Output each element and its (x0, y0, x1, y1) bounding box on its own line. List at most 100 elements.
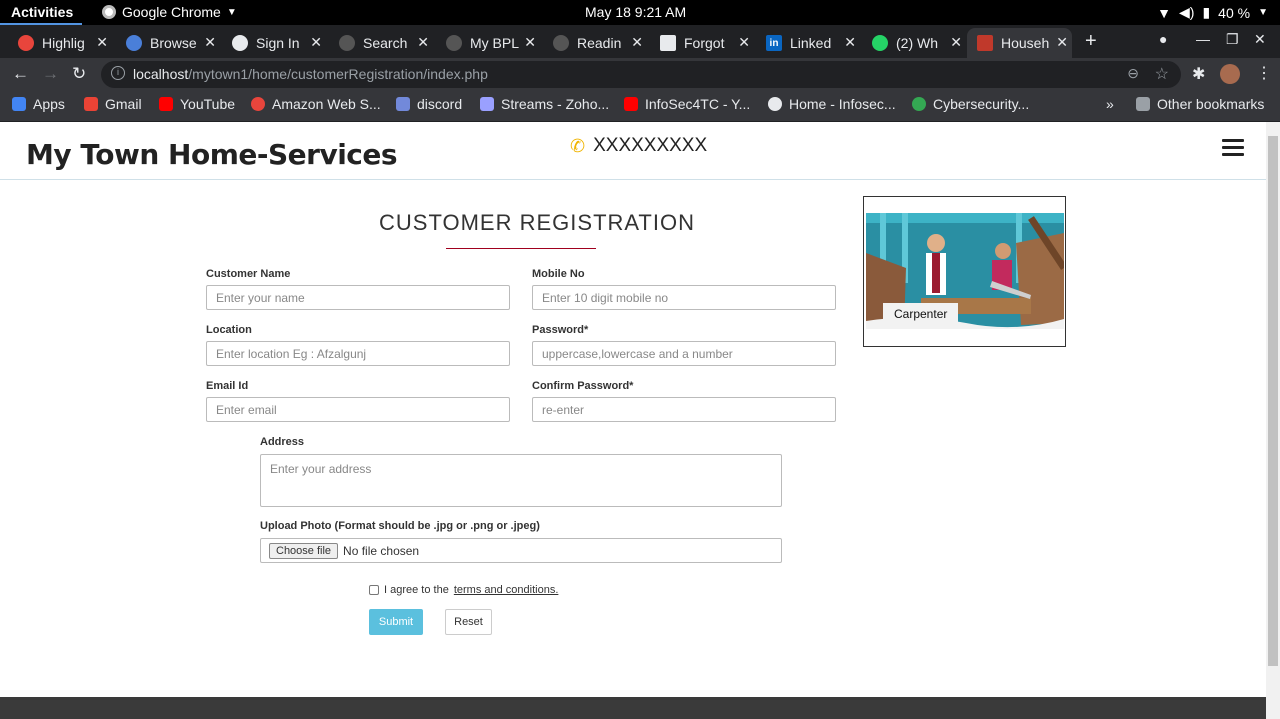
terms-agreement: I agree to the terms and conditions. (369, 584, 558, 596)
info-icon[interactable]: i (111, 66, 125, 80)
close-tab-icon[interactable]: ✕ (738, 34, 750, 51)
bookmark-infosec4tc[interactable]: InfoSec4TC - Y... (624, 96, 750, 112)
tab-strip: Highlig ✕ Browse ✕ Sign In ✕ Search ✕ My… (0, 25, 1280, 58)
tab-favicon-icon (18, 35, 34, 51)
tab-title: (2) Wh (896, 35, 938, 51)
phone-contact: ✆ XXXXXXXXX (570, 135, 707, 157)
tab-forgot[interactable]: Forgot ✕ (654, 28, 754, 58)
minimize-icon[interactable]: — (1196, 31, 1210, 47)
close-tab-icon[interactable]: ✕ (950, 34, 962, 51)
caret-down-icon: ▼ (226, 6, 237, 18)
bookmark-aws[interactable]: Amazon Web S... (251, 96, 381, 112)
mobile-input[interactable]: Enter 10 digit mobile no (532, 285, 836, 310)
profile-avatar[interactable] (1220, 64, 1240, 84)
password-input[interactable]: uppercase,lowercase and a number (532, 341, 836, 366)
tab-sign-in[interactable]: Sign In ✕ (226, 28, 326, 58)
location-label: Location (206, 324, 252, 336)
terms-checkbox[interactable] (369, 585, 379, 595)
bookmark-other[interactable]: Other bookmarks (1136, 96, 1264, 112)
tab-title: Readin (577, 35, 622, 51)
tab-search[interactable]: Search ✕ (333, 28, 433, 58)
close-tab-icon[interactable]: ✕ (631, 34, 643, 51)
bookmark-discord[interactable]: discord (396, 96, 462, 112)
battery-icon: ▮ (1202, 4, 1211, 20)
linkedin-icon: in (766, 35, 782, 51)
extensions-puzzle-icon[interactable]: ✱ (1192, 64, 1205, 84)
close-tab-icon[interactable]: ✕ (310, 34, 322, 51)
bookmark-infosec-home[interactable]: Home - Infosec... (768, 96, 896, 112)
bookmark-zoho-streams[interactable]: Streams - Zoho... (480, 96, 609, 112)
tab-search-icon[interactable]: ● (1159, 31, 1167, 47)
mobile-label: Mobile No (532, 268, 585, 280)
apps-grid-icon (12, 97, 26, 111)
password-label: Password* (532, 324, 589, 336)
bookmarks-overflow-icon[interactable]: » (1106, 96, 1114, 112)
address-bar[interactable]: i localhost/mytown1/home/customerRegistr… (101, 61, 1181, 88)
bookmark-cybersecurity[interactable]: Cybersecurity... (912, 96, 1029, 112)
bookmarks-bar: Apps Gmail YouTube Amazon Web S... disco… (0, 91, 1280, 122)
tab-household-active[interactable]: Househ ✕ (967, 28, 1072, 58)
activities-button[interactable]: Activities (11, 4, 73, 20)
close-window-icon[interactable]: ✕ (1254, 31, 1266, 48)
page-scrollbar[interactable] (1266, 122, 1280, 719)
tab-favicon-icon (553, 35, 569, 51)
system-status-menu[interactable]: ▼ ◀) ▮ 40 % ▼ (1157, 4, 1268, 21)
bookmark-gmail[interactable]: Gmail (84, 96, 142, 112)
title-divider (446, 248, 596, 249)
tab-browser[interactable]: Browse ✕ (120, 28, 220, 58)
tab-reading[interactable]: Readin ✕ (547, 28, 647, 58)
terms-link[interactable]: terms and conditions. (454, 584, 559, 596)
tab-favicon-icon (446, 35, 462, 51)
clock[interactable]: May 18 9:21 AM (585, 4, 686, 20)
scrollbar-thumb[interactable] (1268, 136, 1278, 666)
tab-whatsapp[interactable]: (2) Wh ✕ (866, 28, 966, 58)
location-input[interactable]: Enter location Eg : Afzalgunj (206, 341, 510, 366)
gmail-icon (84, 97, 98, 111)
photo-file-input[interactable]: Choose file No file chosen (260, 538, 782, 563)
zoom-icon[interactable]: ⊖ (1127, 65, 1139, 82)
aws-icon (251, 97, 265, 111)
forward-arrow-icon[interactable]: → (42, 64, 59, 84)
bookmark-star-icon[interactable]: ☆ (1155, 64, 1169, 84)
tab-highlight[interactable]: Highlig ✕ (12, 28, 112, 58)
hamburger-menu-icon[interactable] (1222, 139, 1244, 157)
battery-level: 40 % (1218, 4, 1251, 21)
zoho-icon (480, 97, 494, 111)
submit-button[interactable]: Submit (369, 609, 423, 635)
choose-file-button[interactable]: Choose file (269, 542, 339, 559)
close-tab-icon[interactable]: ✕ (204, 34, 216, 51)
address-textarea[interactable]: Enter your address (260, 454, 782, 507)
restore-icon[interactable]: ❐ (1226, 31, 1239, 48)
new-tab-button[interactable]: + (1085, 30, 1097, 53)
close-tab-icon[interactable]: ✕ (96, 34, 108, 51)
bookmark-youtube[interactable]: YouTube (159, 96, 235, 112)
tab-my-bpl[interactable]: My BPL ✕ (440, 28, 540, 58)
tab-linkedin[interactable]: in Linked ✕ (760, 28, 860, 58)
form-title: CUSTOMER REGISTRATION (379, 210, 695, 235)
system-top-bar: Activities Google Chrome ▼ May 18 9:21 A… (0, 0, 1280, 25)
tab-title: Forgot (684, 35, 725, 51)
customer-name-input[interactable]: Enter your name (206, 285, 510, 310)
youtube-icon (624, 97, 638, 111)
chrome-menu-icon[interactable]: ⋮ (1256, 63, 1272, 83)
phone-number: XXXXXXXXX (593, 135, 708, 156)
email-label: Email Id (206, 380, 249, 392)
confirm-password-input[interactable]: re-enter (532, 397, 836, 422)
close-tab-icon[interactable]: ✕ (524, 34, 536, 51)
site-header: My Town Home-Services ✆ XXXXXXXXX (0, 122, 1266, 180)
reset-button[interactable]: Reset (445, 609, 492, 635)
bookmark-apps[interactable]: Apps (12, 96, 65, 112)
close-tab-icon[interactable]: ✕ (1056, 34, 1068, 51)
email-input[interactable]: Enter email (206, 397, 510, 422)
tab-favicon-icon (126, 35, 142, 51)
globe-icon (768, 97, 782, 111)
close-tab-icon[interactable]: ✕ (844, 34, 856, 51)
app-menu[interactable]: Google Chrome ▼ (102, 4, 237, 20)
back-arrow-icon[interactable]: ← (12, 64, 29, 84)
close-tab-icon[interactable]: ✕ (417, 34, 429, 51)
web-page: My Town Home-Services ✆ XXXXXXXXX CUSTOM… (0, 122, 1266, 719)
site-brand[interactable]: My Town Home-Services (26, 138, 398, 171)
service-promo-card: Carpenter (863, 196, 1066, 347)
reload-icon[interactable]: ↻ (72, 64, 86, 84)
tab-title: Linked (790, 35, 832, 51)
